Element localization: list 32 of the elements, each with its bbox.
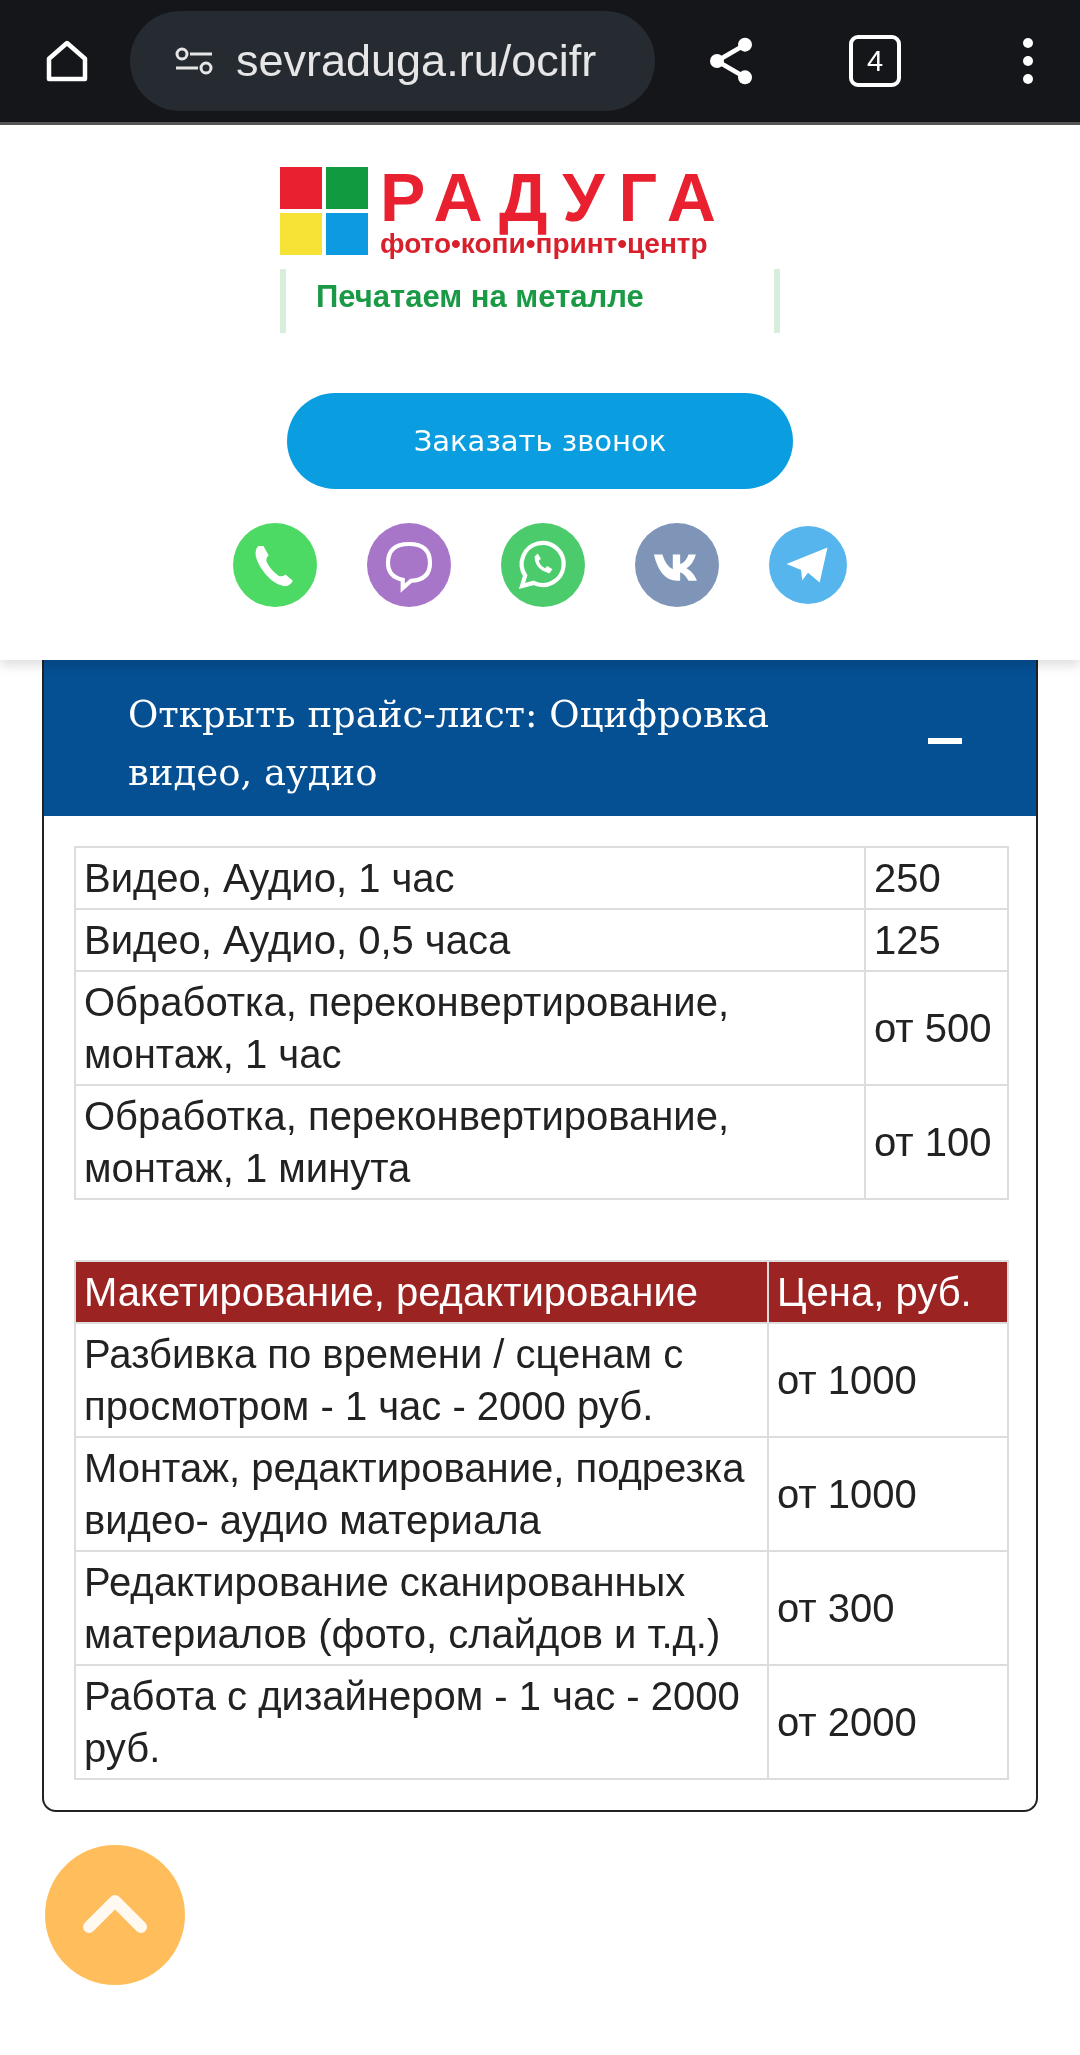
vk-icon[interactable] [635,523,719,607]
url-text: sevraduga.ru/ocifr [236,35,597,87]
column-header: Цена, руб. [768,1261,1008,1323]
table-cell: 250 [865,847,1008,909]
table-cell: Видео, Аудио, 0,5 часа [75,909,865,971]
speech-bubble-phone-icon[interactable] [501,523,585,607]
logo-name: РАДУГА [380,158,730,235]
table-cell: Редактирование сканированных материалов (фото, слайдов и т.д.) [75,1551,768,1665]
address-bar[interactable]: sevraduga.ru/ocifr [130,11,655,111]
table-cell: Видео, Аудио, 1 час [75,847,865,909]
table-cell: от 500 [865,971,1008,1085]
table-cell: от 100 [865,1085,1008,1199]
slogan-banner: Печатаем на металле [280,269,780,333]
table-cell: от 1000 [768,1437,1008,1551]
table-cell: от 1000 [768,1323,1008,1437]
menu-icon[interactable] [1021,37,1035,85]
table-cell: 125 [865,909,1008,971]
table-cell: Работа с дизайнером - 1 час - 2000 руб. [75,1665,768,1779]
table-cell: от 2000 [768,1665,1008,1779]
table-cell: Разбивка по времени / сценам с просмотром - 1 час - 2000 руб. [75,1323,768,1437]
tune-icon[interactable] [174,46,214,76]
tab-count-button[interactable]: 4 [849,35,901,87]
table-cell: Обработка, переконвертирование, монтаж, 1 минута [75,1085,865,1199]
table-cell: Монтаж, редактирование, подрезка видео- аудио материала [75,1437,768,1551]
table-cell: от 300 [768,1551,1008,1665]
scroll-up-button[interactable] [45,1845,185,1985]
phone-icon[interactable] [233,523,317,607]
accordion-title: Открыть прайс-лист: Оцифровка видео, аудио [128,692,771,796]
column-header: Макетирование, редактирование [75,1261,768,1323]
logo-squares-icon [280,167,368,255]
paper-plane-icon[interactable] [769,526,847,604]
table-cell: Обработка, переконвертирование, монтаж, 1 час [75,971,865,1085]
